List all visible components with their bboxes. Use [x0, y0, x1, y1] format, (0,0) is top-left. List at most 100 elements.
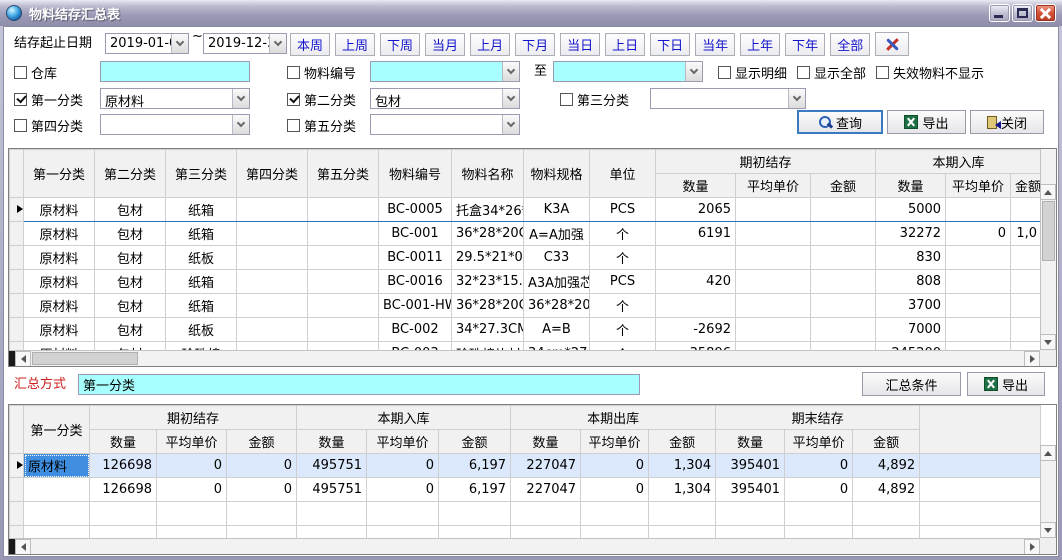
cell[interactable]: BC-001-HW: [379, 294, 452, 318]
date-to-combo[interactable]: 2019-12-31: [203, 33, 287, 54]
cell[interactable]: 6191: [656, 222, 736, 246]
vertical-scrollbar[interactable]: [1040, 445, 1056, 538]
cell[interactable]: PCS: [590, 198, 656, 222]
category1-checkbox[interactable]: 第一分类: [14, 89, 83, 109]
cell[interactable]: [736, 246, 811, 270]
sub-column-header[interactable]: 数量: [716, 430, 785, 454]
cell[interactable]: 0: [367, 478, 439, 502]
horizontal-scrollbar[interactable]: [9, 538, 1040, 554]
cell[interactable]: 1,304: [649, 454, 716, 478]
period-button[interactable]: 下月: [515, 33, 555, 56]
cell[interactable]: BC-002: [379, 318, 452, 342]
cell[interactable]: [656, 294, 736, 318]
horizontal-scrollbar[interactable]: [9, 350, 1040, 366]
cell[interactable]: 原材料: [24, 246, 95, 270]
cell[interactable]: [237, 270, 308, 294]
scrollbar-thumb[interactable]: [1042, 201, 1055, 261]
cell[interactable]: 227047: [511, 454, 581, 478]
category3-checkbox[interactable]: 第三分类: [560, 89, 629, 109]
cell[interactable]: [1011, 270, 1042, 294]
cell[interactable]: 包材: [95, 318, 166, 342]
cell[interactable]: [237, 246, 308, 270]
cell[interactable]: 36*28*20CM: [524, 294, 590, 318]
cell[interactable]: [736, 270, 811, 294]
cell[interactable]: [1011, 318, 1042, 342]
cell[interactable]: 原材料: [24, 318, 95, 342]
period-button[interactable]: 当日: [560, 33, 600, 56]
cell[interactable]: 包材: [95, 198, 166, 222]
cell[interactable]: 495751: [297, 478, 367, 502]
cell[interactable]: 原材料: [24, 454, 90, 478]
table-row[interactable]: 原材料包材纸板BC-00234*27.3CMA=B个-26927000: [10, 318, 1042, 342]
period-button[interactable]: 下周: [380, 33, 420, 56]
checkbox-box[interactable]: [876, 66, 889, 79]
cell[interactable]: 6,197: [439, 454, 511, 478]
cell[interactable]: [920, 478, 1041, 502]
checkbox-box[interactable]: [797, 66, 810, 79]
sub-column-header[interactable]: 金额: [439, 430, 511, 454]
dropdown-button[interactable]: [788, 89, 805, 108]
cell[interactable]: [1011, 246, 1042, 270]
cell[interactable]: [1011, 294, 1042, 318]
cell[interactable]: [237, 318, 308, 342]
cell[interactable]: [237, 294, 308, 318]
maximize-button[interactable]: [1012, 4, 1033, 22]
material-no-to-combo[interactable]: [553, 61, 703, 82]
show-detail-checkbox[interactable]: 显示明细: [718, 62, 787, 82]
period-button[interactable]: 全部: [830, 33, 870, 56]
tools-button[interactable]: [875, 32, 909, 56]
cell[interactable]: PCS: [590, 270, 656, 294]
sub-column-header[interactable]: 金额: [853, 430, 920, 454]
cell[interactable]: 包材: [95, 222, 166, 246]
cell[interactable]: 原材料: [24, 222, 95, 246]
cell[interactable]: C33: [524, 246, 590, 270]
cell[interactable]: 托盒34*26*3: [452, 198, 524, 222]
period-button[interactable]: 上月: [470, 33, 510, 56]
sub-column-header[interactable]: 数量: [656, 174, 736, 198]
sub-column-header[interactable]: 金额: [811, 174, 876, 198]
cell[interactable]: [946, 318, 1011, 342]
column-header[interactable]: 第二分类: [95, 150, 166, 198]
hide-invalid-checkbox[interactable]: 失效物料不显示: [876, 62, 984, 82]
cell[interactable]: K3A: [524, 198, 590, 222]
cell[interactable]: [24, 478, 90, 502]
sub-column-header[interactable]: 金额: [649, 430, 716, 454]
cell[interactable]: [946, 198, 1011, 222]
period-button[interactable]: 上周: [335, 33, 375, 56]
cell[interactable]: -2692: [656, 318, 736, 342]
material-no-checkbox[interactable]: 物料编号: [287, 62, 356, 82]
warehouse-input[interactable]: [100, 61, 250, 82]
scroll-down-button[interactable]: [1040, 522, 1056, 538]
category2-checkbox[interactable]: 第二分类: [287, 89, 356, 109]
cell[interactable]: 395401: [716, 454, 785, 478]
cell[interactable]: 纸箱: [166, 294, 237, 318]
sub-column-header[interactable]: 平均单价: [157, 430, 227, 454]
warehouse-checkbox[interactable]: 仓库: [14, 62, 57, 82]
column-header[interactable]: 物料编号: [379, 150, 452, 198]
cell[interactable]: [656, 246, 736, 270]
cell[interactable]: [811, 222, 876, 246]
cell[interactable]: [811, 318, 876, 342]
cell[interactable]: 0: [157, 478, 227, 502]
dropdown-button[interactable]: [232, 89, 249, 108]
cell[interactable]: 495751: [297, 454, 367, 478]
table-row[interactable]: 原材料包材纸箱BC-00136*28*20CMA=A加强个61913227201…: [10, 222, 1042, 246]
sub-column-header[interactable]: 平均单价: [736, 174, 811, 198]
cell[interactable]: 个: [590, 246, 656, 270]
cell[interactable]: [736, 318, 811, 342]
period-button[interactable]: 上年: [740, 33, 780, 56]
date-from-combo[interactable]: 2019-01-01: [105, 33, 189, 54]
sub-column-header[interactable]: 平均单价: [785, 430, 853, 454]
checkbox-box[interactable]: [14, 66, 27, 79]
cell[interactable]: 126698: [90, 454, 157, 478]
cell[interactable]: A3A加强芯: [524, 270, 590, 294]
cell[interactable]: 0: [157, 454, 227, 478]
cell[interactable]: [946, 294, 1011, 318]
title-bar[interactable]: 物料结存汇总表: [0, 0, 1062, 26]
dropdown-button[interactable]: [502, 115, 519, 134]
minimize-button[interactable]: [989, 4, 1010, 22]
vertical-scrollbar[interactable]: [1040, 149, 1056, 350]
scroll-left-button[interactable]: [15, 539, 31, 555]
cell[interactable]: BC-0016: [379, 270, 452, 294]
dropdown-button[interactable]: [685, 62, 702, 81]
